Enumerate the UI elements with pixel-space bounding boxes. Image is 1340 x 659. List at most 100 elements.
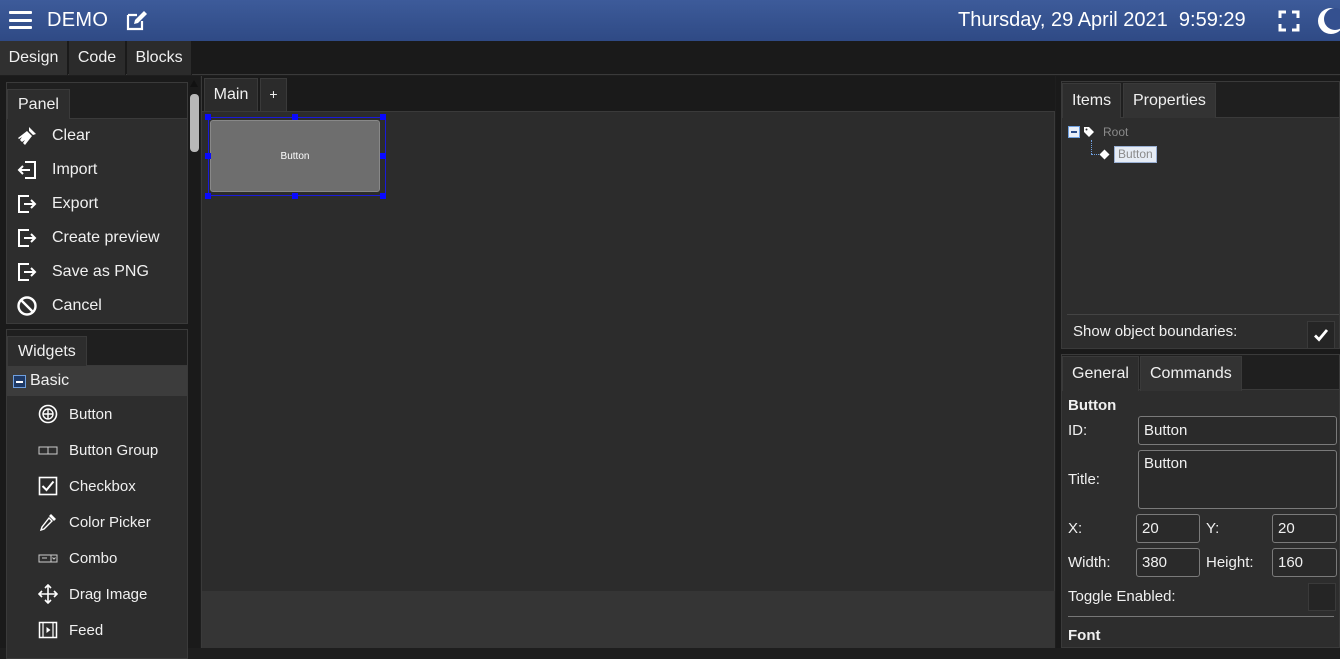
checkbox-icon — [37, 475, 59, 497]
tab-widgets[interactable]: Widgets — [7, 336, 87, 366]
export-menu-item[interactable]: Export — [7, 187, 187, 221]
props-tabbar: General Commands — [1062, 355, 1339, 391]
tab-main[interactable]: Main — [204, 78, 258, 111]
app-title: DEMO — [47, 9, 109, 31]
properties-panel: General Commands Button ID: Title: Butto… — [1061, 354, 1340, 648]
resize-handle[interactable] — [205, 193, 211, 199]
widget-combo[interactable]: Combo — [7, 540, 187, 576]
left-scrollbar[interactable] — [188, 76, 200, 648]
cancel-menu-item[interactable]: Cancel — [7, 289, 187, 323]
widgets-tabbar: Widgets — [7, 330, 187, 366]
tab-blocks[interactable]: Blocks — [127, 41, 192, 75]
export-icon — [15, 192, 39, 216]
right-sidebar: Items Properties Root Button Show object… — [1056, 76, 1340, 648]
export-icon — [15, 226, 39, 250]
height-field[interactable] — [1272, 548, 1337, 577]
resize-handle[interactable] — [292, 193, 298, 199]
import-menu-item[interactable]: Import — [7, 153, 187, 187]
document-tabbar: Main + — [202, 76, 1056, 111]
import-icon — [15, 158, 39, 182]
design-canvas[interactable]: Button — [202, 111, 1055, 591]
height-label: Height: — [1206, 554, 1254, 571]
widget-button[interactable]: Button — [7, 396, 187, 432]
date-text: Thursday, 29 April 2021 — [958, 9, 1168, 31]
button-group-icon — [37, 439, 59, 461]
tree-collapse-icon[interactable] — [1068, 126, 1080, 138]
width-label: Width: — [1068, 554, 1111, 571]
save-png-label: Save as PNG — [52, 263, 149, 280]
tab-code[interactable]: Code — [69, 41, 126, 75]
fullscreen-icon[interactable] — [1278, 10, 1300, 32]
tab-properties[interactable]: Properties — [1123, 83, 1216, 118]
items-tabbar: Items Properties — [1062, 82, 1339, 118]
toggle-enabled-checkbox[interactable] — [1308, 583, 1336, 611]
export-icon — [15, 260, 39, 284]
clear-menu-item[interactable]: Clear — [7, 119, 187, 153]
panel-tabbar: Panel — [7, 83, 187, 119]
widget-color-picker-label: Color Picker — [69, 513, 151, 531]
eyedropper-icon — [37, 511, 59, 533]
hamburger-menu-icon[interactable] — [9, 11, 32, 29]
app-header: DEMO Thursday, 29 April 2021 9:59:29 — [0, 0, 1340, 41]
tree-root-label: Root — [1103, 125, 1129, 139]
resize-handle[interactable] — [380, 153, 386, 159]
design-area: Main + Button — [201, 76, 1055, 648]
panel-section: Panel Clear Import Export Create preview — [6, 82, 188, 324]
tab-general[interactable]: General — [1062, 356, 1139, 391]
scroll-up-icon[interactable] — [190, 80, 198, 87]
resize-handle[interactable] — [380, 114, 386, 120]
widget-feed[interactable]: Feed — [7, 612, 187, 648]
y-label: Y: — [1206, 520, 1220, 537]
canvas-button[interactable]: Button — [210, 120, 380, 192]
datetime-display: Thursday, 29 April 2021 9:59:29 — [958, 9, 1246, 32]
cancel-label: Cancel — [52, 297, 102, 314]
tag-icon — [1099, 149, 1110, 159]
show-boundaries-row: Show object boundaries: — [1067, 314, 1339, 349]
widget-button-group[interactable]: Button Group — [7, 432, 187, 468]
tab-commands[interactable]: Commands — [1140, 356, 1242, 391]
show-boundaries-label: Show object boundaries: — [1073, 323, 1238, 340]
broom-icon — [15, 124, 39, 148]
tab-design[interactable]: Design — [0, 41, 68, 75]
widget-color-picker[interactable]: Color Picker — [7, 504, 187, 540]
id-field[interactable] — [1138, 416, 1337, 445]
cancel-icon — [15, 294, 39, 318]
resize-handle[interactable] — [292, 114, 298, 120]
widget-drag-image-label: Drag Image — [69, 585, 148, 603]
tab-items[interactable]: Items — [1062, 83, 1122, 118]
section-divider — [1068, 616, 1334, 617]
add-tab-button[interactable]: + — [260, 78, 287, 111]
tab-panel[interactable]: Panel — [7, 89, 70, 119]
canvas-footer-area — [202, 591, 1055, 648]
resize-handle[interactable] — [380, 193, 386, 199]
combo-icon — [37, 547, 59, 569]
tree-root[interactable]: Root — [1068, 124, 1128, 140]
collapse-icon[interactable] — [13, 374, 26, 388]
clear-label: Clear — [52, 127, 91, 144]
widget-feed-label: Feed — [69, 621, 104, 639]
time-text: 9:59:29 — [1178, 9, 1246, 31]
group-basic-label: Basic — [30, 372, 70, 389]
y-field[interactable] — [1272, 514, 1337, 543]
title-label: Title: — [1068, 471, 1100, 488]
edit-icon[interactable] — [125, 10, 147, 32]
show-boundaries-checkbox[interactable] — [1307, 321, 1335, 349]
export-label: Export — [52, 195, 99, 212]
save-png-menu-item[interactable]: Save as PNG — [7, 255, 187, 289]
create-preview-menu-item[interactable]: Create preview — [7, 221, 187, 255]
x-label: X: — [1068, 520, 1083, 537]
id-label: ID: — [1068, 422, 1088, 439]
group-basic[interactable]: Basic — [7, 366, 187, 396]
resize-handle[interactable] — [205, 153, 211, 159]
width-field[interactable] — [1136, 548, 1200, 577]
resize-handle[interactable] — [205, 114, 211, 120]
widget-checkbox-label: Checkbox — [69, 477, 136, 495]
tree-item-button[interactable]: Button — [1099, 145, 1157, 163]
tree-connector — [1091, 154, 1099, 155]
widget-drag-image[interactable]: Drag Image — [7, 576, 187, 612]
x-field[interactable] — [1136, 514, 1200, 543]
scrollbar-thumb[interactable] — [190, 94, 199, 152]
title-field[interactable]: Button — [1138, 450, 1337, 509]
import-label: Import — [52, 161, 98, 178]
widget-checkbox[interactable]: Checkbox — [7, 468, 187, 504]
